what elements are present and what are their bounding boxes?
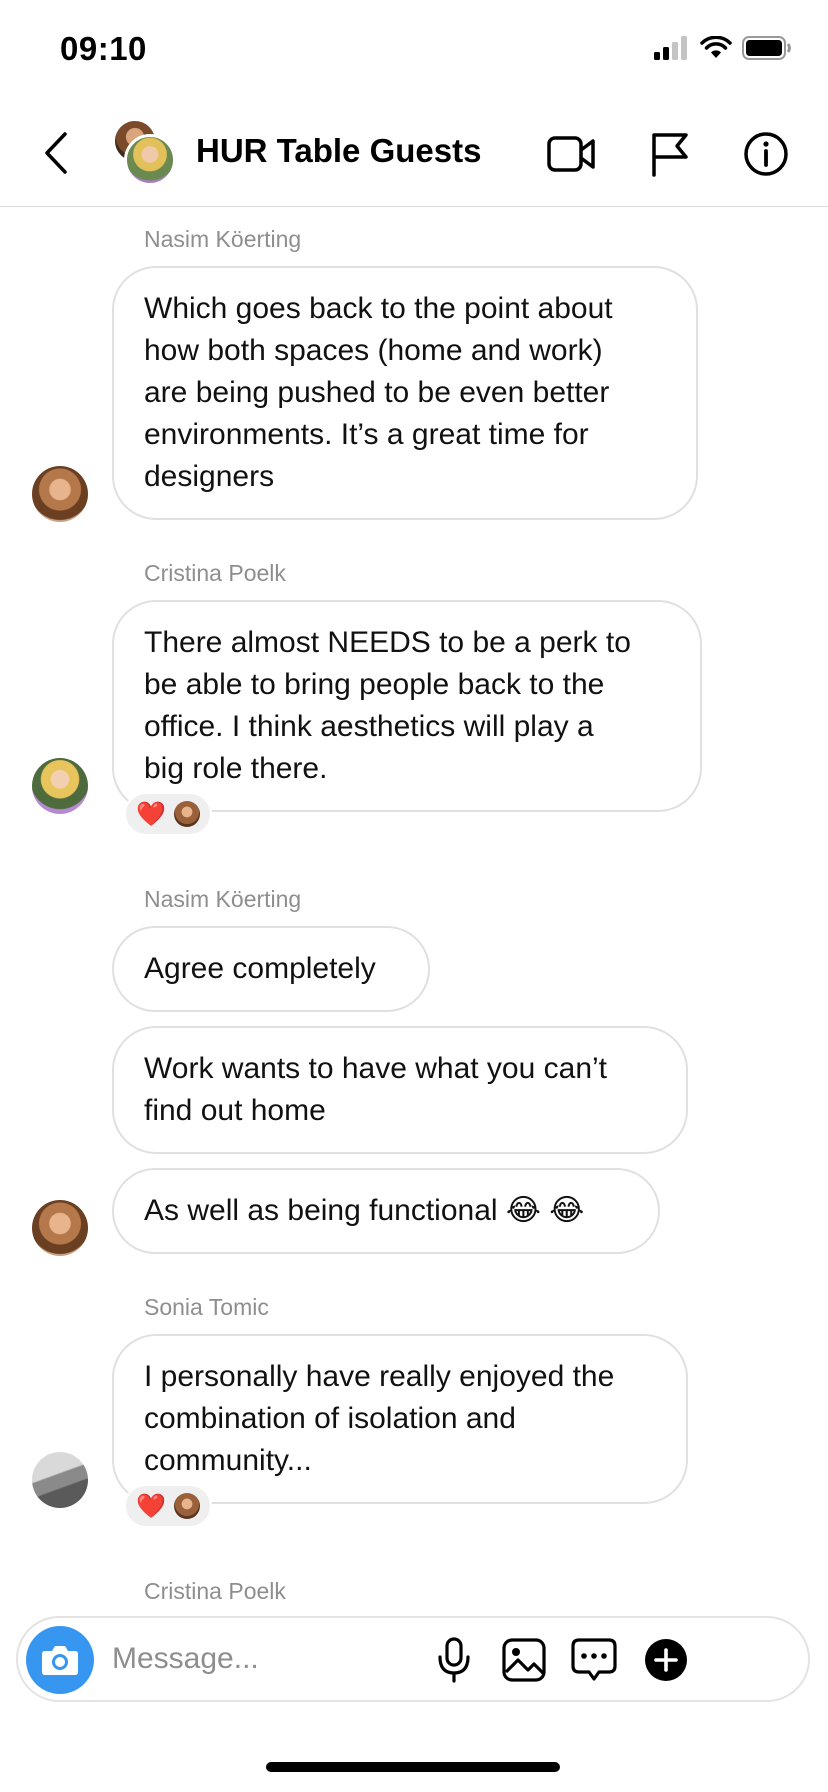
sender-name: Cristina Poelk xyxy=(144,1578,286,1604)
reaction-badge[interactable]: ❤️ xyxy=(124,792,212,836)
chat-header: HUR Table Guests xyxy=(0,100,828,207)
microphone-icon xyxy=(438,1637,470,1683)
message-thread[interactable]: Nasim Köerting Which goes back to the po… xyxy=(0,208,828,1616)
sender-name: Nasim Köerting xyxy=(144,226,302,252)
status-icons xyxy=(654,35,792,65)
message-bubble[interactable]: As well as being functional 😂 😂 xyxy=(112,1168,660,1254)
camera-icon xyxy=(42,1646,78,1675)
message-composer xyxy=(16,1616,810,1702)
sender-name: Cristina Poelk xyxy=(144,560,286,586)
heart-reaction: ❤️ xyxy=(136,800,166,828)
group-member-avatar xyxy=(124,134,176,186)
video-camera-icon xyxy=(547,136,595,172)
avatar[interactable] xyxy=(32,758,88,814)
sender-name: Sonia Tomic xyxy=(144,1294,269,1320)
info-button[interactable] xyxy=(740,128,792,180)
heart-reaction: ❤️ xyxy=(136,1492,166,1520)
plus-circle-icon xyxy=(645,1639,687,1681)
video-call-button[interactable] xyxy=(546,128,598,180)
message-bubble[interactable]: I personally have really enjoyed the com… xyxy=(112,1334,688,1504)
wifi-icon xyxy=(700,35,732,65)
camera-button[interactable] xyxy=(26,1626,94,1694)
reaction-badge[interactable]: ❤️ xyxy=(124,1484,212,1528)
status-bar: 09:10 xyxy=(0,0,828,100)
chat-bubble-icon xyxy=(571,1638,617,1681)
message-bubble[interactable]: Agree completely xyxy=(112,926,430,1012)
battery-icon xyxy=(742,35,792,65)
flag-icon xyxy=(652,133,688,177)
message-bubble[interactable]: There almost NEEDS to be a perk to be ab… xyxy=(112,600,702,812)
avatar[interactable] xyxy=(32,1200,88,1256)
more-options-button[interactable] xyxy=(638,1632,694,1688)
home-indicator[interactable] xyxy=(266,1762,560,1772)
chevron-left-icon xyxy=(45,132,67,174)
reactor-avatar xyxy=(173,1493,200,1519)
voice-message-button[interactable] xyxy=(426,1632,482,1688)
image-icon xyxy=(502,1638,546,1682)
sticker-button[interactable] xyxy=(566,1632,622,1688)
signal-icon xyxy=(654,35,690,65)
back-button[interactable] xyxy=(36,128,76,178)
reactor-avatar xyxy=(173,801,200,827)
sender-name: Nasim Köerting xyxy=(144,886,302,912)
group-avatar[interactable] xyxy=(110,118,180,188)
gallery-button[interactable] xyxy=(496,1632,552,1688)
chat-title[interactable]: HUR Table Guests xyxy=(196,132,481,170)
report-button[interactable] xyxy=(644,128,696,180)
message-bubble[interactable]: Work wants to have what you can’t find o… xyxy=(112,1026,688,1154)
avatar[interactable] xyxy=(32,466,88,522)
status-time: 09:10 xyxy=(60,30,147,67)
info-icon xyxy=(744,132,788,176)
message-bubble[interactable]: Which goes back to the point about how b… xyxy=(112,266,698,520)
avatar[interactable] xyxy=(32,1452,88,1508)
